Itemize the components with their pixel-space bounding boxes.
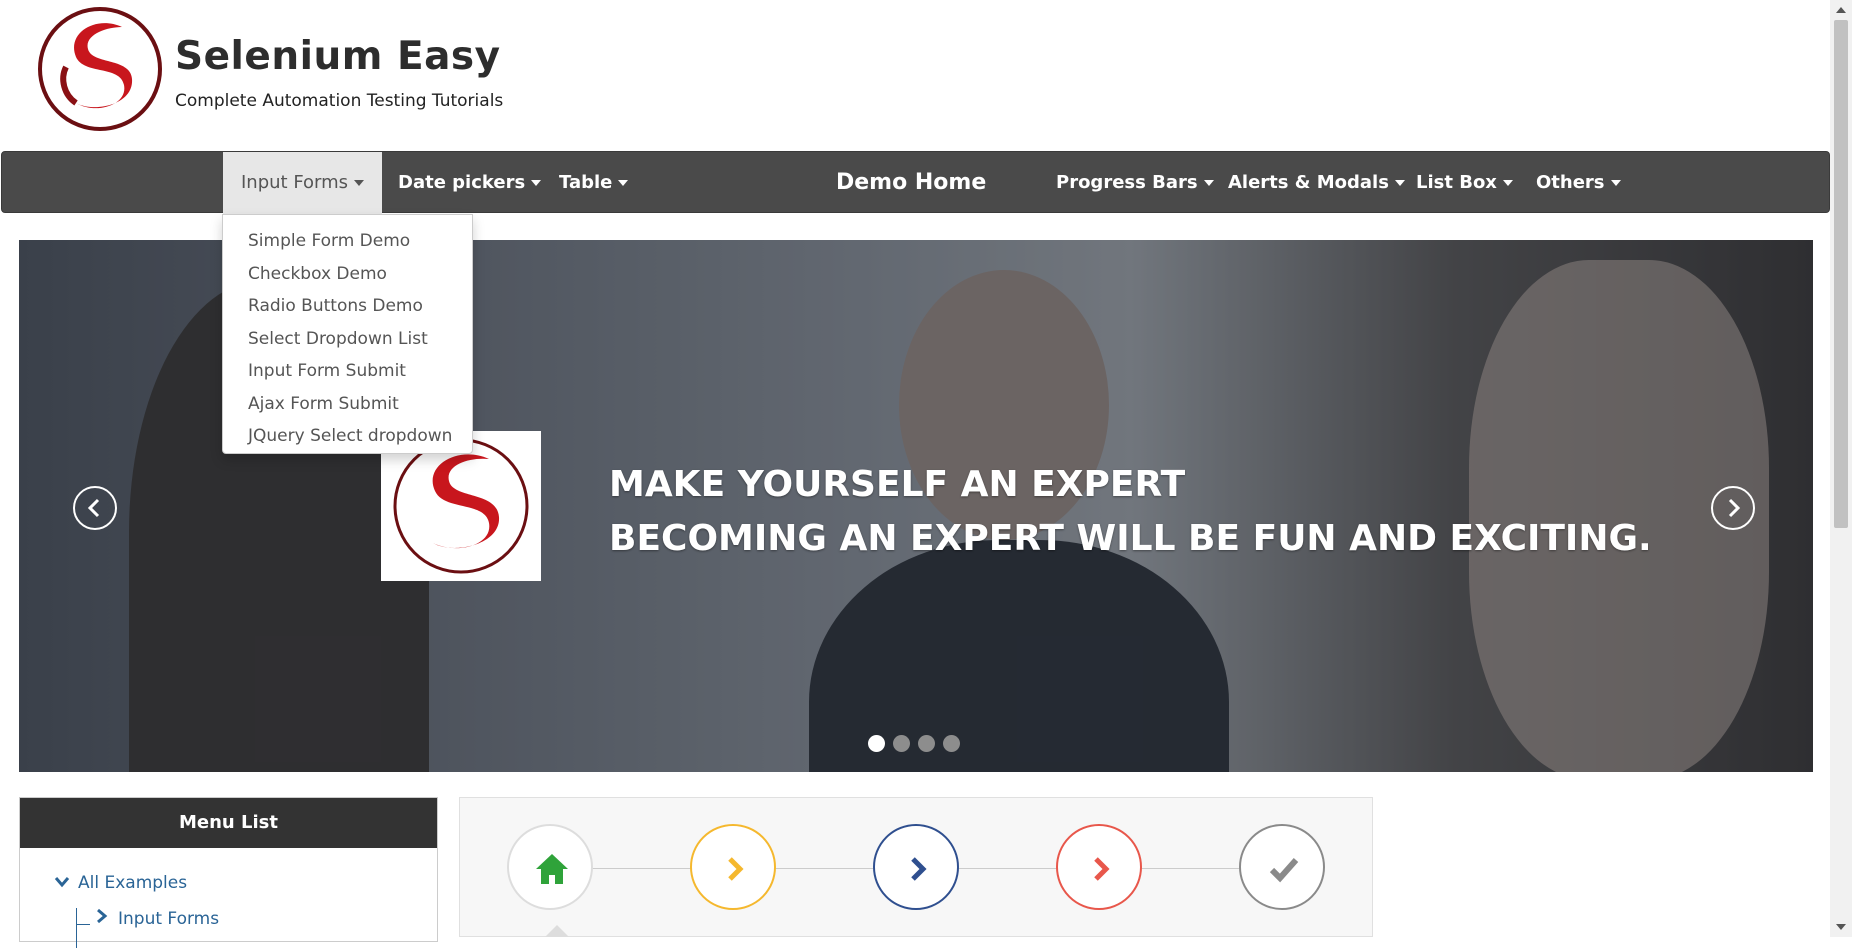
nav-list-box-label: List Box: [1416, 172, 1497, 193]
carousel-indicator-2[interactable]: [893, 735, 910, 752]
page-scrollbar[interactable]: [1830, 0, 1852, 937]
brand-title[interactable]: Selenium Easy: [175, 34, 501, 79]
tree-connector: [76, 924, 90, 925]
dropdown-item-radio-buttons-demo[interactable]: Radio Buttons Demo: [223, 290, 472, 323]
nav-table-label: Table: [559, 172, 613, 193]
caption-line-2: BECOMING AN EXPERT WILL BE FUN AND EXCIT…: [609, 518, 1652, 559]
caption-line-1: MAKE YOURSELF AN EXPERT: [609, 464, 1186, 505]
caret-down-icon: [531, 180, 542, 186]
home-icon: [536, 854, 568, 884]
chevron-right-icon: [97, 908, 108, 924]
dropdown-item-simple-form-demo[interactable]: Simple Form Demo: [223, 225, 472, 258]
nav-input-forms[interactable]: Input Forms: [223, 152, 383, 214]
carousel-prev-button[interactable]: [73, 486, 117, 530]
nav-progress-bars-label: Progress Bars: [1056, 172, 1198, 193]
carousel-indicator-4[interactable]: [943, 735, 960, 752]
check-icon: [1269, 858, 1299, 883]
nav-demo-home-label: Demo Home: [836, 170, 987, 195]
nav-list-box[interactable]: List Box: [1416, 152, 1513, 214]
dropdown-item-ajax-form-submit[interactable]: Ajax Form Submit: [223, 388, 472, 421]
tree-item-all-examples-label: All Examples: [78, 873, 188, 893]
nav-table[interactable]: Table: [559, 152, 629, 214]
progress-steps-panel: [459, 797, 1373, 937]
nav-input-forms-label: Input Forms: [241, 172, 349, 193]
nav-others[interactable]: Others: [1536, 152, 1621, 214]
dropdown-item-jquery-select-dropdown[interactable]: JQuery Select dropdown: [223, 420, 472, 453]
nav-others-label: Others: [1536, 172, 1605, 193]
dropdown-item-input-form-submit[interactable]: Input Form Submit: [223, 355, 472, 388]
dropdown-item-checkbox-demo[interactable]: Checkbox Demo: [223, 258, 472, 291]
tree-item-all-examples[interactable]: All Examples: [54, 873, 187, 893]
tree-connector: [76, 908, 77, 948]
active-step-pointer: [545, 925, 569, 937]
main-navbar: Input Forms Date pickers Table Demo Home…: [1, 151, 1830, 214]
chevron-right-icon: [728, 857, 744, 881]
carousel-indicator-1[interactable]: [868, 735, 885, 752]
carousel-indicator-3[interactable]: [918, 735, 935, 752]
menu-list-title: Menu List: [20, 798, 437, 848]
chevron-right-icon: [1728, 498, 1741, 518]
nav-demo-home[interactable]: Demo Home: [836, 152, 986, 214]
tree-item-input-forms-label: Input Forms: [118, 909, 220, 929]
chevron-down-icon: [54, 877, 70, 888]
carousel-caption: MAKE YOURSELF AN EXPERT BECOMING AN EXPE…: [609, 458, 1652, 566]
step-complete[interactable]: [1239, 824, 1325, 910]
carousel-next-button[interactable]: [1711, 486, 1755, 530]
input-forms-dropdown: Simple Form Demo Checkbox Demo Radio But…: [222, 214, 473, 454]
chevron-right-icon: [1094, 857, 1110, 881]
nav-alerts-modals-label: Alerts & Modals: [1228, 172, 1389, 193]
dropdown-item-select-dropdown-list[interactable]: Select Dropdown List: [223, 323, 472, 356]
carousel-indicators: [868, 733, 968, 753]
caret-down-icon: [1502, 180, 1513, 186]
step-3[interactable]: [873, 824, 959, 910]
nav-alerts-modals[interactable]: Alerts & Modals: [1228, 152, 1405, 214]
nav-date-pickers[interactable]: Date pickers: [398, 152, 542, 214]
caret-down-icon: [1394, 180, 1405, 186]
step-4[interactable]: [1056, 824, 1142, 910]
selenium-easy-logo-icon[interactable]: [36, 5, 164, 133]
chevron-right-icon: [911, 857, 927, 881]
brand-subtitle: Complete Automation Testing Tutorials: [175, 91, 504, 111]
caret-down-icon: [618, 180, 629, 186]
site-header: Selenium Easy Complete Automation Testin…: [0, 0, 1830, 150]
nav-progress-bars[interactable]: Progress Bars: [1056, 152, 1214, 214]
caret-down-icon: [1203, 180, 1214, 186]
scroll-down-icon[interactable]: [1836, 924, 1846, 930]
nav-date-pickers-label: Date pickers: [398, 172, 526, 193]
caret-down-icon: [1610, 180, 1621, 186]
step-2[interactable]: [690, 824, 776, 910]
menu-list-panel: Menu List All Examples Input Forms: [19, 797, 438, 948]
tree-item-input-forms[interactable]: Input Forms: [96, 908, 219, 929]
scroll-up-icon[interactable]: [1836, 7, 1846, 13]
chevron-left-icon: [87, 498, 100, 518]
caret-down-icon: [354, 180, 365, 186]
step-home[interactable]: [507, 824, 593, 910]
scrollbar-thumb[interactable]: [1834, 20, 1848, 528]
